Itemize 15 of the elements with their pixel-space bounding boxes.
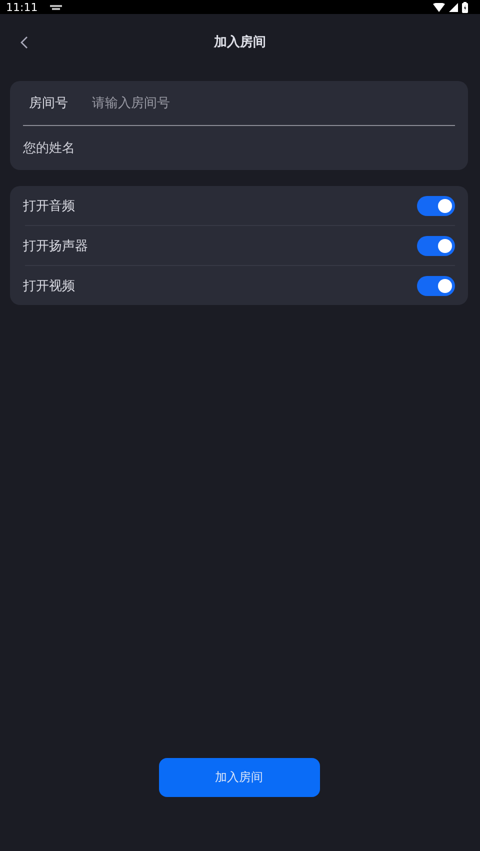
option-label: 打开扬声器	[23, 238, 88, 254]
notification-icon	[50, 4, 62, 10]
option-label: 打开视频	[23, 278, 75, 294]
join-room-button[interactable]: 加入房间	[158, 758, 320, 797]
back-icon	[20, 36, 28, 49]
page-title: 加入房间	[214, 34, 266, 51]
toggle-switch[interactable]	[417, 196, 455, 216]
status-time: 11:11	[6, 0, 38, 14]
room-number-label: 房间号	[29, 95, 68, 112]
toggle-switch[interactable]	[417, 236, 455, 256]
toggle-switch[interactable]	[417, 276, 455, 296]
back-button[interactable]	[18, 34, 30, 51]
signal-icon	[449, 2, 458, 12]
wifi-icon	[433, 2, 445, 12]
option-label: 打开音频	[23, 198, 75, 214]
